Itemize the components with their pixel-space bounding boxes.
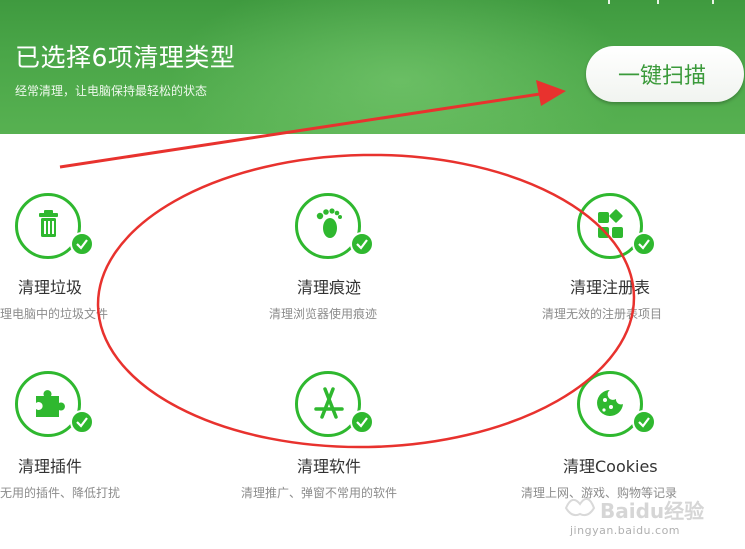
item-title: 清理插件 — [18, 457, 83, 476]
item-title: 清理注册表 — [570, 278, 651, 297]
header-banner: 已选择6项清理类型 经常清理，让电脑保持最轻松的状态 一键扫描 — [0, 0, 745, 134]
checkmark-icon[interactable] — [70, 410, 94, 434]
window-control-mark — [657, 0, 659, 4]
footprint-icon — [316, 208, 342, 238]
page-title: 已选择6项清理类型 — [15, 43, 236, 72]
item-title: 清理痕迹 — [297, 278, 362, 297]
item-title: 清理垃圾 — [18, 278, 83, 297]
watermark-url: jingyan.baidu.com — [570, 524, 681, 537]
item-title: 清理软件 — [297, 457, 362, 476]
checkmark-icon[interactable] — [350, 232, 374, 256]
window-control-mark — [608, 0, 610, 4]
page-subtitle: 经常清理，让电脑保持最轻松的状态 — [15, 84, 208, 98]
item-description: 清理浏览器使用痕迹 — [269, 307, 378, 321]
item-description: 无用的插件、降低打扰 — [0, 486, 121, 500]
item-description: 理电脑中的垃圾文件 — [0, 307, 109, 321]
trash-icon — [39, 210, 58, 237]
checkmark-icon[interactable] — [632, 410, 656, 434]
one-click-scan-button[interactable]: 一键扫描 — [586, 46, 744, 102]
window-control-mark — [712, 0, 714, 4]
registry-icon — [598, 209, 623, 238]
checkmark-icon[interactable] — [70, 232, 94, 256]
annotation-circle — [96, 153, 636, 449]
item-description: 清理无效的注册表项目 — [542, 307, 663, 321]
item-description: 清理推广、弹窗不常用的软件 — [241, 486, 398, 500]
cookie-icon — [597, 390, 623, 416]
checkmark-icon[interactable] — [632, 232, 656, 256]
item-title: 清理Cookies — [563, 457, 658, 476]
puzzle-icon — [36, 390, 65, 417]
checkmark-icon[interactable] — [350, 410, 374, 434]
app-store-icon — [314, 387, 344, 419]
svg-text:Baidu经验: Baidu经验 — [600, 499, 704, 523]
